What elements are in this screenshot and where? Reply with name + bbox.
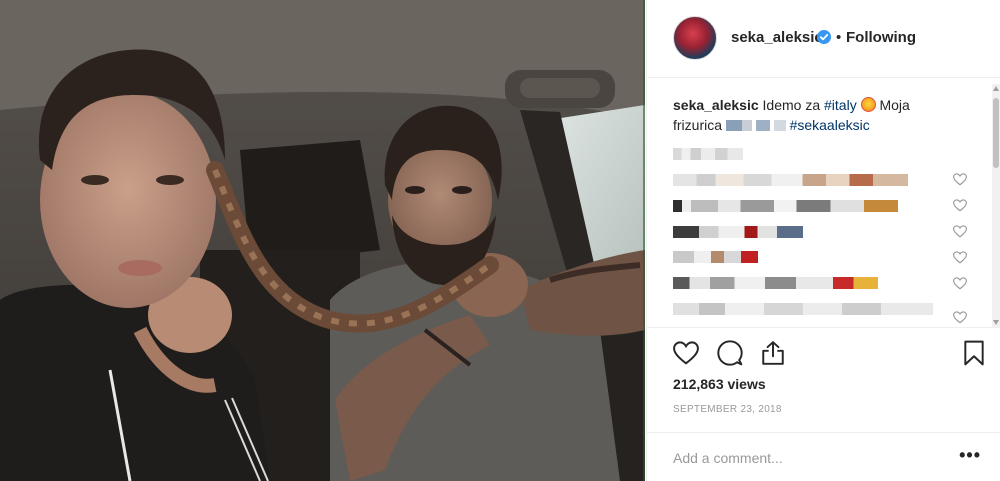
comments-scrollbar[interactable] [992, 84, 1000, 327]
post-photo-image [0, 0, 645, 481]
post-side-panel: seka_aleksic • Following seka_aleksic Id… [646, 0, 1000, 481]
header-separator: • [836, 29, 842, 46]
post-photo[interactable] [0, 0, 645, 481]
redacted-comment [673, 148, 743, 160]
pixelated-emoji-icon [755, 120, 770, 131]
heart-icon[interactable] [953, 251, 967, 264]
share-icon[interactable] [760, 340, 786, 366]
post-actions: 212,863 views SEPTEMBER 23, 2018 ••• [647, 327, 1000, 481]
heart-icon[interactable] [953, 311, 967, 324]
views-count[interactable]: 212,863 views [673, 376, 766, 392]
redacted-comment [673, 277, 878, 289]
following-button[interactable]: Following [846, 29, 916, 46]
redacted-comment [673, 174, 908, 186]
comments-list[interactable]: seka_aleksic Idemo za #italy Moja frizur… [647, 79, 1000, 327]
star-struck-emoji-icon [860, 97, 876, 112]
post-date[interactable]: SEPTEMBER 23, 2018 [673, 404, 782, 415]
heart-icon[interactable] [673, 340, 699, 366]
bookmark-icon[interactable] [961, 340, 987, 366]
scroll-up-arrow-icon[interactable] [993, 86, 999, 91]
add-comment-section: ••• [647, 432, 1000, 481]
heart-icon[interactable] [953, 225, 967, 238]
more-options-icon[interactable]: ••• [959, 445, 981, 466]
redacted-comment [673, 226, 803, 238]
avatar[interactable] [673, 16, 717, 60]
heart-icon[interactable] [953, 199, 967, 212]
comment-icon[interactable] [717, 340, 743, 366]
heart-icon[interactable] [953, 277, 967, 290]
hashtag-link[interactable]: #italy [824, 97, 857, 113]
pixelated-emoji-icon [773, 120, 786, 131]
add-comment-input[interactable] [673, 447, 933, 469]
scroll-down-arrow-icon[interactable] [993, 320, 999, 325]
post-header: seka_aleksic • Following [647, 0, 1000, 78]
hashtag-link[interactable]: #sekaaleksic [790, 117, 870, 133]
caption-text: Idemo za [758, 97, 825, 113]
redacted-comment [673, 251, 758, 263]
scrollbar-thumb[interactable] [993, 98, 999, 168]
caption-username-link[interactable]: seka_aleksic [673, 97, 759, 113]
redacted-comment [673, 200, 898, 212]
verified-badge-icon [817, 30, 831, 44]
pixelated-emoji-icon [725, 120, 742, 131]
post-caption: seka_aleksic Idemo za #italy Moja frizur… [673, 95, 943, 135]
heart-icon[interactable] [953, 173, 967, 186]
username-link[interactable]: seka_aleksic [731, 29, 823, 46]
redacted-comment [673, 303, 933, 315]
pixelated-emoji-icon [741, 120, 752, 131]
